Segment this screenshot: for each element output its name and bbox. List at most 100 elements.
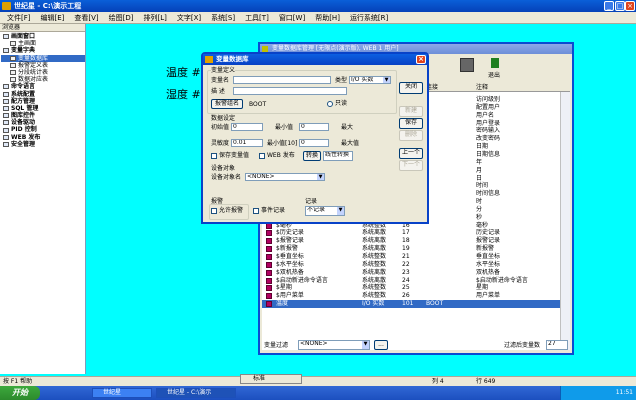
exit-button-label[interactable]: 退出 (488, 72, 500, 79)
menu-item[interactable]: 查看[V] (69, 12, 103, 23)
variable-icon (266, 269, 272, 276)
toolbar-icon[interactable] (460, 58, 474, 72)
table-row[interactable]: $历史记录 系统离散 17 历史记录 (262, 229, 560, 237)
tree-item[interactable]: SQL 管理 (1, 105, 85, 112)
menu-item[interactable]: 系统[S] (206, 12, 240, 23)
cell-note: 月 (476, 166, 483, 174)
exit-icon[interactable] (488, 58, 502, 72)
table-row[interactable]: $双机热备 系统离散 23 双机热备 (262, 269, 560, 277)
tree-item[interactable]: 命令语言 (1, 83, 85, 90)
table-row[interactable]: 温度 I/O 实数 101 BOOT (262, 300, 560, 308)
delete-button[interactable]: 删除 (399, 130, 423, 141)
tree-item[interactable]: 变量数据库 (1, 54, 85, 62)
var-name-label: 变量名 (211, 77, 230, 84)
save-var-checkbox[interactable] (211, 153, 217, 159)
menu-item[interactable]: 绘图[D] (104, 12, 139, 23)
chevron-down-icon[interactable]: ▼ (362, 341, 369, 349)
sens-label: 灵敏度 (211, 140, 230, 147)
filter-dropdown[interactable]: <NONE> ▼ (298, 340, 370, 350)
table-row[interactable]: $用户菜单 系统整数 26 用户菜单 (262, 292, 560, 300)
chevron-down-icon[interactable]: ▼ (317, 174, 324, 180)
app-titlebar: 世纪星 - C:\演示工程 (0, 0, 636, 12)
variable-dialog: 变量数据库 × 变量定义 变量名 类型 I/O 实数 ▼ 描 述 报警组名 BO… (201, 52, 429, 224)
convert-button[interactable]: 转换 (303, 151, 321, 161)
tree-node-icon (3, 134, 9, 140)
min-input[interactable]: 0 (299, 123, 329, 131)
alarm-group-button[interactable]: 报警组名 (211, 99, 243, 109)
col-note[interactable]: 注释 (476, 84, 488, 92)
menu-item[interactable]: 工具[T] (240, 12, 274, 23)
cell-type: I/O 实数 (362, 300, 385, 308)
event-record-checkbox[interactable] (253, 208, 259, 214)
tree-item[interactable]: 安全管理 (1, 141, 85, 148)
grid-scrollbar[interactable] (560, 92, 570, 350)
var-name-input[interactable] (233, 76, 331, 84)
cell-note: 双机热备 (476, 268, 501, 276)
init-input[interactable]: 0 (231, 123, 263, 131)
close-button[interactable]: × (625, 1, 635, 11)
maximize-button[interactable]: □ (615, 1, 625, 11)
max-label: 最大 (341, 124, 354, 131)
dialog-close-button[interactable]: × (416, 55, 426, 64)
prev-button[interactable]: 上一个 (399, 148, 423, 159)
cell-id: 18 (402, 237, 410, 245)
table-row[interactable]: $垂直坐标 系统整数 21 垂直坐标 (262, 253, 560, 261)
tree-item[interactable]: 画面窗口 (1, 33, 85, 40)
type-dropdown[interactable]: I/O 实数 ▼ (349, 76, 391, 84)
convert-value[interactable]: 线性转换 (323, 151, 353, 161)
device-name-dropdown[interactable]: <NONE> ▼ (245, 173, 325, 181)
desc-input[interactable] (233, 87, 347, 95)
tree-item[interactable]: 报警定义表 (1, 62, 85, 69)
allow-alarm-checkbox[interactable] (211, 208, 217, 214)
table-row[interactable]: $新报警 系统离散 19 新报警 (262, 245, 560, 253)
cell-type: 系统整数 (362, 260, 387, 268)
menu-item[interactable]: 文件[F] (2, 12, 36, 23)
minimize-button[interactable]: _ (604, 1, 614, 11)
menu-item[interactable]: 帮助[H] (310, 12, 345, 23)
menu-item[interactable]: 编辑[E] (36, 12, 70, 23)
sens-input[interactable]: 0.01 (231, 139, 263, 147)
task-app[interactable]: 世纪星 (92, 388, 152, 398)
ime-indicator[interactable]: 标准 (240, 374, 302, 384)
variable-icon (266, 293, 272, 300)
tree-item-label: 配方管理 (11, 97, 36, 105)
menu-item[interactable]: 排列[L] (139, 12, 172, 23)
type-value: I/O 实数 (351, 76, 374, 83)
cell-id: 23 (402, 268, 410, 276)
tree-node-icon (3, 34, 9, 40)
close-dialog-button[interactable]: 关闭 (399, 82, 423, 94)
save-button[interactable]: 保存 (399, 118, 423, 129)
menu-item[interactable]: 文字[X] (172, 12, 206, 23)
readonly-radio[interactable] (327, 101, 333, 107)
filter-button[interactable]: ... (374, 340, 388, 350)
explorer-pane: 浏览器 画面窗口 主画面 变量字典 变量数据库 报警定义表 分段统计表 数据对应表 命令语言系… (0, 24, 86, 374)
next-button[interactable]: 下一个 (399, 160, 423, 171)
web-publish-label: WEB 发布 (267, 152, 295, 159)
min-raw-input[interactable]: 0 (299, 139, 329, 147)
table-row[interactable]: $水平坐标 系统整数 22 水平坐标 (262, 261, 560, 269)
cell-id: 25 (402, 284, 410, 292)
tree-item[interactable]: 配方管理 (1, 98, 85, 105)
dialog-titlebar: 变量数据库 (203, 54, 427, 65)
menu-item[interactable]: 窗口[W] (274, 12, 310, 23)
tree-node-icon (10, 70, 16, 76)
table-row[interactable]: $报警记录 系统离散 18 报警记录 (262, 237, 560, 245)
new-button[interactable]: 新建 (399, 106, 423, 117)
start-button[interactable]: 开始 (0, 386, 40, 400)
task-project[interactable]: 世纪星 - C:\演示 (156, 388, 236, 398)
tree-item[interactable]: 变量字典 (1, 47, 85, 54)
record-value: 不记录 (307, 206, 326, 213)
record-dropdown[interactable]: 不记录 ▼ (305, 206, 345, 216)
cell-conn: BOOT (426, 300, 444, 308)
chevron-down-icon[interactable]: ▼ (383, 77, 390, 83)
web-publish-checkbox[interactable] (259, 153, 265, 159)
tree-node-icon (3, 113, 9, 119)
tree-item[interactable]: WEB 发布 (1, 134, 85, 141)
tree-node-icon (3, 141, 9, 147)
menu-item[interactable]: 运行系统[R] (345, 12, 393, 23)
tree-item[interactable]: PID 控制 (1, 126, 85, 133)
tree-item[interactable]: 系统配置 (1, 91, 85, 98)
table-row[interactable]: $启动新进命令语言 系统离散 24 $启动新进命令语言 (262, 277, 560, 285)
table-row[interactable]: $星期 系统整数 25 星期 (262, 284, 560, 292)
chevron-down-icon[interactable]: ▼ (337, 207, 344, 215)
